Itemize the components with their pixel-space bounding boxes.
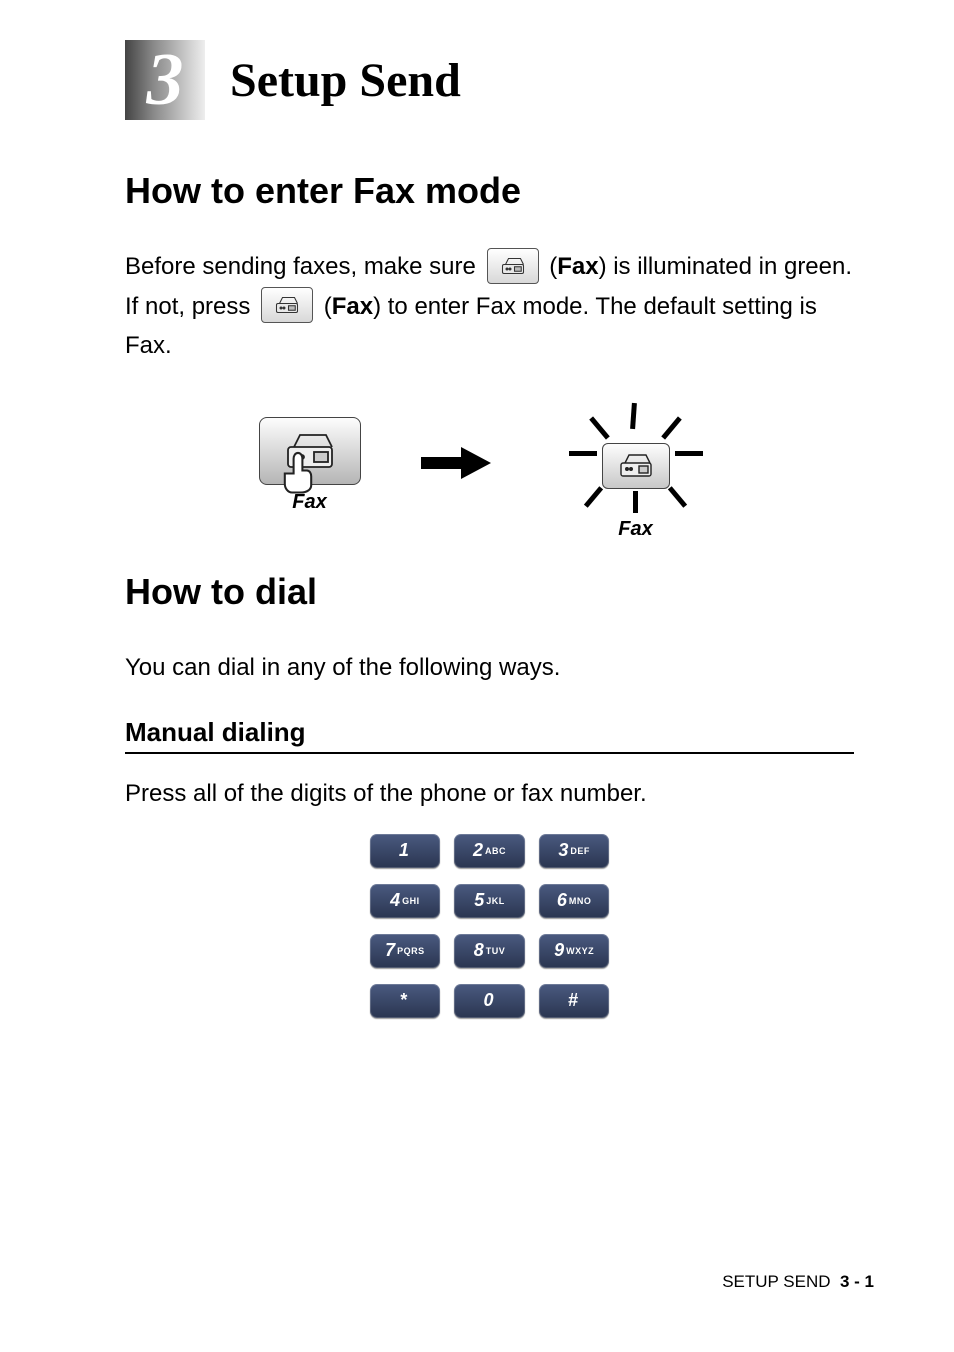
keypad-key-5: 5JKL	[454, 884, 525, 918]
keypad-key-4: 4GHI	[370, 884, 441, 918]
footer-page: 3 - 1	[840, 1272, 874, 1291]
subheading-manual-dialing: Manual dialing	[125, 717, 854, 754]
fax-button-icon	[487, 248, 539, 284]
arrow-right-icon	[421, 443, 491, 488]
keypad-key-star: *	[370, 984, 441, 1018]
keypad-key-2: 2ABC	[454, 834, 525, 868]
fax-key-label: Fax	[259, 491, 361, 514]
fax-mode-paragraph: Before sending faxes, make sure (Fax) is…	[125, 247, 854, 366]
page-footer: SETUP SEND 3 - 1	[722, 1272, 874, 1292]
keypad-key-1: 1	[370, 834, 441, 868]
chapter-number-badge: 3	[125, 40, 205, 120]
section-heading-how-to-dial: How to dial	[125, 571, 854, 613]
fax-key-face-lit	[602, 443, 670, 489]
keypad-key-9: 9WXYZ	[539, 934, 610, 968]
fax-button-icon	[261, 287, 313, 323]
fax-mode-diagram: Fax Fax	[125, 391, 854, 541]
chapter-title: Setup Send	[230, 53, 461, 108]
text-fragment: (	[324, 293, 332, 320]
fax-key-illuminated: Fax	[551, 391, 721, 541]
fax-label-bold: Fax	[332, 293, 373, 320]
keypad-key-7: 7PQRS	[370, 934, 441, 968]
fax-key-press: Fax	[259, 417, 361, 514]
chapter-header: 3 Setup Send	[125, 40, 854, 120]
how-to-dial-intro: You can dial in any of the following way…	[125, 648, 854, 688]
footer-section: SETUP SEND	[722, 1272, 830, 1291]
chapter-number: 3	[147, 43, 184, 117]
section-heading-fax-mode: How to enter Fax mode	[125, 170, 854, 212]
keypad-key-8: 8TUV	[454, 934, 525, 968]
keypad-key-3: 3DEF	[539, 834, 610, 868]
keypad-key-0: 0	[454, 984, 525, 1018]
fax-label-bold: Fax	[557, 253, 598, 280]
fax-key-label-lit: Fax	[551, 518, 721, 541]
keypad-key-hash: #	[539, 984, 610, 1018]
dial-keypad: 1 2ABC 3DEF 4GHI 5JKL 6MNO 7PQRS 8TUV 9W…	[370, 834, 610, 1018]
text-fragment: Before sending faxes, make sure	[125, 253, 483, 280]
text-fragment: (	[549, 253, 557, 280]
keypad-key-6: 6MNO	[539, 884, 610, 918]
fax-key-face	[259, 417, 361, 485]
manual-dialing-text: Press all of the digits of the phone or …	[125, 774, 854, 814]
hand-icon	[268, 450, 328, 494]
